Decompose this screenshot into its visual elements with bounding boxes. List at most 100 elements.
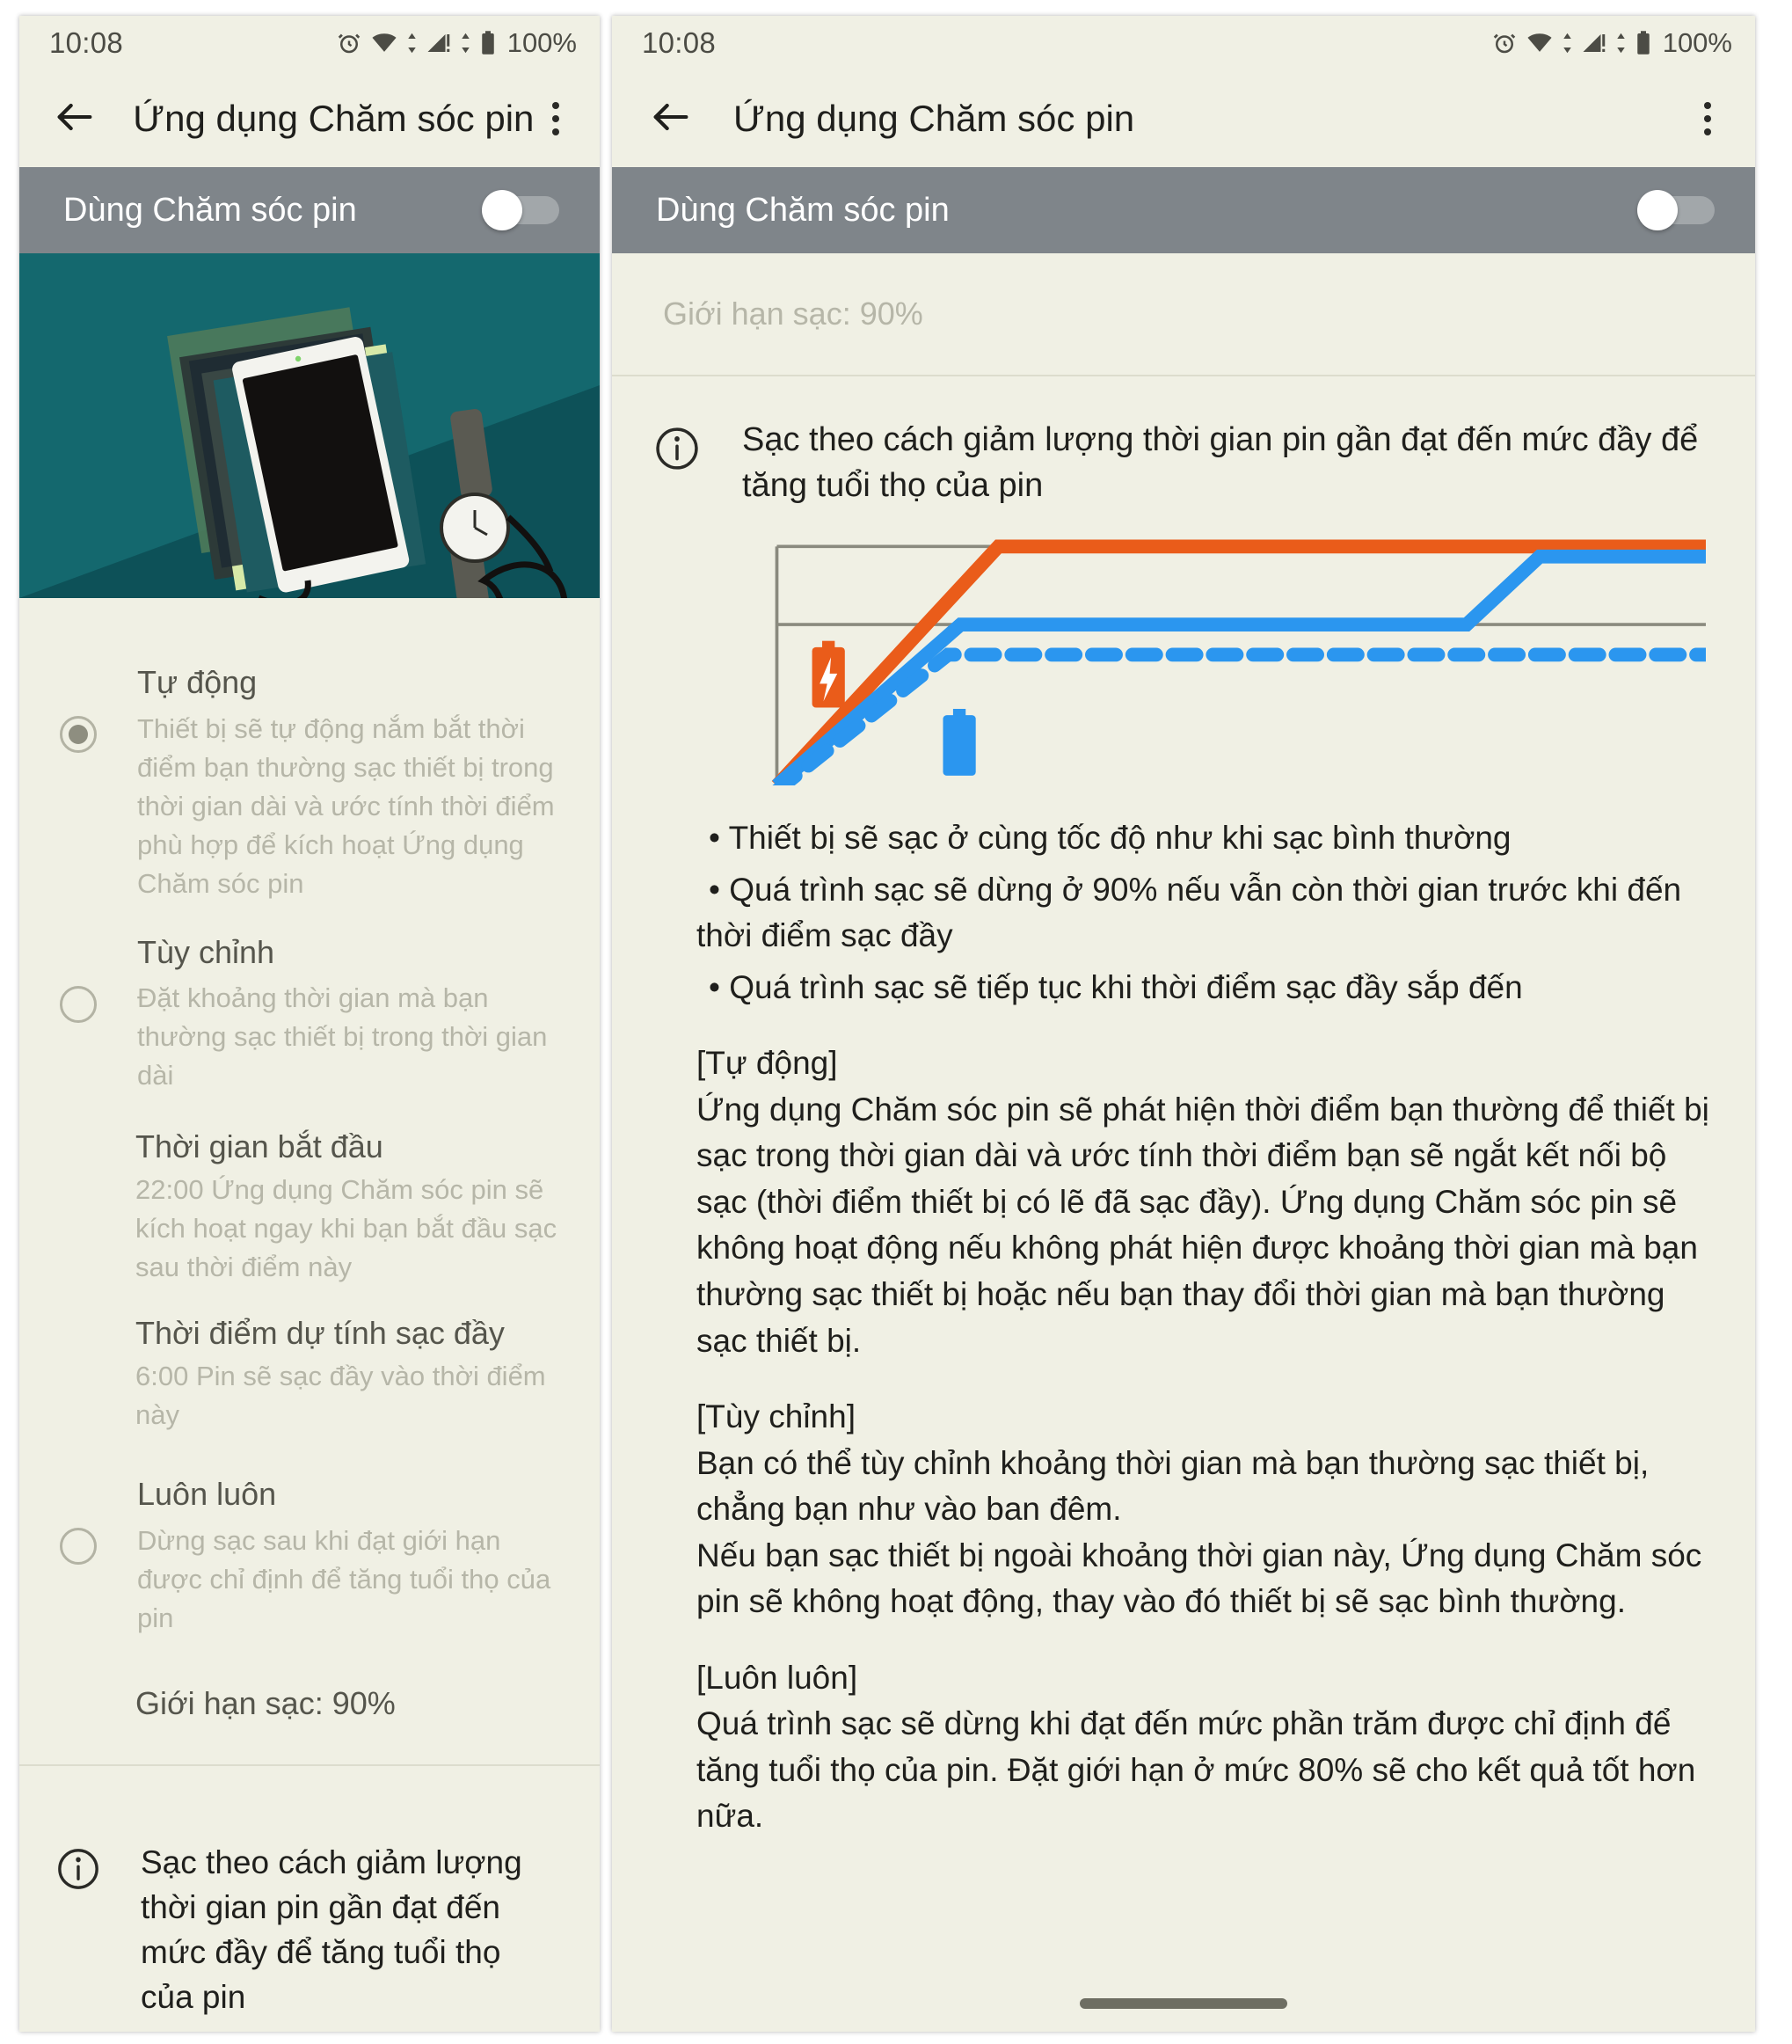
section-auto-tag: [Tự động] bbox=[696, 1045, 838, 1082]
charge-limit-label: Giới hạn sạc: 90% bbox=[663, 296, 923, 332]
info-section-right: Sạc theo cách giảm lượng thời gian pin g… bbox=[612, 376, 1755, 509]
status-icon-group: 100% bbox=[336, 27, 577, 59]
status-bar: 10:08 100% bbox=[612, 16, 1755, 70]
radio-always[interactable] bbox=[60, 1528, 97, 1566]
bullet-item: • Quá trình sạc sẽ tiếp tục khi thời điể… bbox=[709, 968, 1523, 1005]
option-custom-title: Tùy chỉnh bbox=[137, 933, 275, 970]
alarm-icon bbox=[1491, 30, 1518, 56]
info-detail-text: • Thiết bị sẽ sạc ở cùng tốc độ như khi … bbox=[612, 815, 1755, 1840]
master-toggle-switch[interactable] bbox=[482, 190, 563, 230]
back-button[interactable] bbox=[49, 90, 99, 148]
option-custom-text: Tùy chỉnh Đặt khoảng thời gian mà bạn th… bbox=[137, 931, 565, 1096]
info-circle-icon bbox=[55, 1845, 107, 2032]
signal-icon bbox=[426, 30, 452, 56]
app-bar: Ứng dụng Chăm sóc pin bbox=[19, 70, 600, 167]
back-arrow-icon bbox=[648, 94, 694, 144]
section-always-body: Quá trình sạc sẽ dừng khi đạt đến mức ph… bbox=[696, 1705, 1696, 1835]
overflow-menu-button[interactable] bbox=[534, 88, 577, 150]
app-bar: Ứng dụng Chăm sóc pin bbox=[612, 70, 1755, 167]
master-toggle-label: Dùng Chăm sóc pin bbox=[63, 191, 357, 229]
charge-limit-label: Giới hạn sạc: 90% bbox=[135, 1685, 396, 1722]
master-toggle-row[interactable]: Dùng Chăm sóc pin bbox=[612, 167, 1755, 253]
overflow-menu-button[interactable] bbox=[1683, 88, 1732, 150]
page-title: Ứng dụng Chăm sóc pin bbox=[733, 98, 1135, 139]
setting-start-time[interactable]: Thời gian bắt đầu 22:00 Ứng dụng Chăm só… bbox=[19, 1109, 600, 1296]
charging-curve-svg-right bbox=[771, 539, 1706, 786]
section-always-tag: [Luôn luôn] bbox=[696, 1659, 858, 1696]
option-always-text: Luôn luôn Dừng sạc sau khi đạt giới hạn … bbox=[137, 1473, 565, 1638]
setting-full-charge-time-title: Thời điểm dự tính sạc đầy bbox=[135, 1315, 505, 1352]
option-custom-desc: Đặt khoảng thời gian mà bạn thường sạc t… bbox=[137, 982, 548, 1091]
radio-custom[interactable] bbox=[60, 985, 97, 1023]
home-indicator[interactable] bbox=[1080, 1998, 1287, 2009]
wifi-icon bbox=[1526, 30, 1554, 56]
battery-icon bbox=[1635, 30, 1652, 56]
screenshot-stage: 10:08 100% Ứng dụng Chăm sóc pin Dùng Ch… bbox=[0, 0, 1792, 2044]
section-custom-tag: [Tùy chỉnh] bbox=[696, 1398, 856, 1435]
radio-auto[interactable] bbox=[60, 716, 97, 753]
charging-mode-options: Tự động Thiết bị sẽ tự động nắm bắt thời… bbox=[19, 598, 600, 1802]
alarm-icon bbox=[336, 30, 362, 56]
master-toggle-label: Dùng Chăm sóc pin bbox=[656, 191, 950, 229]
switch-knob bbox=[1637, 190, 1678, 230]
option-always-desc: Dừng sạc sau khi đạt giới hạn được chỉ đ… bbox=[137, 1524, 551, 1634]
info-body-right: Sạc theo cách giảm lượng thời gian pin g… bbox=[742, 417, 1711, 509]
signal-updown-arrows-icon bbox=[460, 30, 471, 56]
battery-percent-label: 100% bbox=[506, 27, 577, 58]
section-custom: [Tùy chỉnh] Bạn có thể tùy chỉnh khoảng … bbox=[696, 1394, 1715, 1625]
back-button[interactable] bbox=[642, 90, 700, 148]
option-auto-title: Tự động bbox=[137, 664, 258, 700]
option-custom[interactable]: Tùy chỉnh Đặt khoảng thời gian mà bạn th… bbox=[19, 917, 600, 1110]
option-auto-text: Tự động Thiết bị sẽ tự động nắm bắt thời… bbox=[137, 661, 565, 903]
section-always: [Luôn luôn] Quá trình sạc sẽ dừng khi đạ… bbox=[696, 1655, 1715, 1840]
option-always[interactable]: Luôn luôn Dừng sạc sau khi đạt giới hạn … bbox=[19, 1443, 600, 1652]
status-time: 10:08 bbox=[49, 26, 124, 59]
charge-limit-row[interactable]: Giới hạn sạc: 90% bbox=[19, 1652, 600, 1733]
section-auto-body: Ứng dụng Chăm sóc pin sẽ phát hiện thời … bbox=[696, 1091, 1709, 1359]
bullet-item: • Quá trình sạc sẽ dừng ở 90% nếu vẫn cò… bbox=[696, 871, 1682, 954]
overflow-menu-icon bbox=[551, 102, 559, 109]
master-toggle-row[interactable]: Dùng Chăm sóc pin bbox=[19, 167, 600, 253]
charging-curve-chart-right bbox=[749, 534, 1706, 786]
wifi-updown-arrows-icon bbox=[406, 30, 418, 56]
setting-full-charge-time[interactable]: Thời điểm dự tính sạc đầy 6:00 Pin sẽ sạ… bbox=[19, 1296, 600, 1443]
right-phone-screen: 10:08 100% Ứng dụng Chăm sóc pin Dùng Ch… bbox=[612, 16, 1755, 2032]
info-headline-right: Sạc theo cách giảm lượng thời gian pin g… bbox=[742, 421, 1699, 505]
left-phone-screen: 10:08 100% Ứng dụng Chăm sóc pin Dùng Ch… bbox=[19, 16, 600, 2032]
wifi-updown-arrows-icon bbox=[1562, 30, 1573, 56]
signal-updown-arrows-icon bbox=[1615, 30, 1627, 56]
battery-percent-label: 100% bbox=[1662, 27, 1732, 58]
section-divider bbox=[19, 1764, 600, 1767]
overflow-menu-icon bbox=[1704, 115, 1711, 122]
status-time: 10:08 bbox=[642, 26, 717, 59]
setting-start-time-title: Thời gian bắt đầu bbox=[135, 1128, 383, 1165]
fast-charge-battery-icon bbox=[812, 640, 845, 708]
phone-charging-illustration bbox=[19, 253, 600, 598]
signal-icon bbox=[1581, 30, 1607, 56]
setting-full-charge-time-desc: 6:00 Pin sẽ sạc đầy vào thời điểm này bbox=[135, 1361, 546, 1431]
master-toggle-switch[interactable] bbox=[1637, 190, 1718, 230]
bullet-item: • Thiết bị sẽ sạc ở cùng tốc độ như khi … bbox=[709, 820, 1512, 857]
charge-limit-row[interactable]: Giới hạn sạc: 90% bbox=[612, 253, 1755, 375]
status-icon-group: 100% bbox=[1491, 27, 1732, 59]
hero-illustration bbox=[19, 253, 600, 598]
info-circle-icon bbox=[652, 424, 705, 509]
back-arrow-icon bbox=[52, 94, 98, 144]
switch-knob bbox=[482, 190, 522, 230]
section-auto: [Tự động] Ứng dụng Chăm sóc pin sẽ phát … bbox=[696, 1040, 1715, 1364]
section-custom-body: Bạn có thể tùy chỉnh khoảng thời gian mà… bbox=[696, 1444, 1702, 1620]
info-section-left: Sạc theo cách giảm lượng thời gian pin g… bbox=[19, 1801, 600, 2032]
info-headline-left: Sạc theo cách giảm lượng thời gian pin g… bbox=[141, 1844, 522, 2016]
overflow-menu-icon bbox=[551, 128, 559, 135]
wifi-icon bbox=[370, 30, 398, 56]
setting-start-time-desc: 22:00 Ứng dụng Chăm sóc pin sẽ kích hoạt… bbox=[135, 1174, 557, 1283]
overflow-menu-icon bbox=[1704, 102, 1711, 109]
feature-bullet-list: • Thiết bị sẽ sạc ở cùng tốc độ như khi … bbox=[696, 815, 1715, 1011]
battery-icon bbox=[479, 30, 497, 56]
page-title: Ứng dụng Chăm sóc pin bbox=[133, 98, 535, 139]
overflow-menu-icon bbox=[1704, 128, 1711, 135]
option-auto-desc: Thiết bị sẽ tự động nắm bắt thời điểm bạ… bbox=[137, 712, 555, 899]
status-bar: 10:08 100% bbox=[19, 16, 600, 70]
battery-care-battery-icon bbox=[939, 708, 976, 776]
option-auto[interactable]: Tự động Thiết bị sẽ tự động nắm bắt thời… bbox=[19, 647, 600, 917]
